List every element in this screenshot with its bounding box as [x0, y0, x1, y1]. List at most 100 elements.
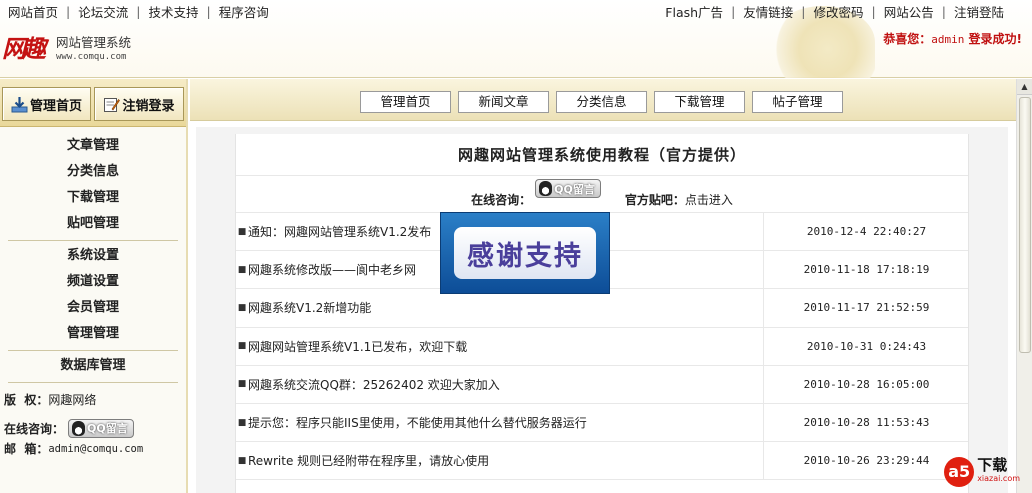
news-date: 2010-10-26 23:29:44 — [763, 442, 969, 480]
thanks-popup[interactable]: 感谢支持 — [440, 212, 610, 294]
news-title[interactable]: 提示您：程序只能IIS里使用，不能使用其他什么替代服务器运行 — [248, 414, 762, 431]
watermark-name: 下载 — [977, 456, 1008, 474]
sidebar-toolbar: 管理首页 注销登录 — [0, 79, 186, 127]
scroll-up-arrow-icon[interactable]: ▲ — [1017, 79, 1032, 95]
page-header: 网站首页 | 论坛交流 | 技术支持 | 程序咨询 网趣 网站管理系统 www.… — [0, 0, 1032, 78]
thanks-popup-text: 感谢支持 — [454, 227, 596, 279]
download-arrow-icon — [11, 96, 28, 113]
tab-bar: 管理首页 新闻文章 分类信息 下载管理 帖子管理 — [190, 79, 1016, 121]
watermark-logo-icon: a5 — [944, 457, 975, 487]
news-row: ■ 提示您：程序只能IIS里使用，不能使用其他什么替代服务器运行 2010-10… — [236, 403, 969, 443]
news-title[interactable]: Rewrite 规则已经附带在程序里，请放心使用 — [248, 452, 762, 469]
nav-flash-ads[interactable]: Flash广告 — [657, 2, 731, 21]
news-date: 2010-11-17 21:52:59 — [763, 289, 969, 327]
tab-news[interactable]: 新闻文章 — [458, 91, 549, 113]
menu-group-system: 系统设置 频道设置 会员管理 管理管理 — [8, 241, 178, 351]
menu-item-database[interactable]: 数据库管理 — [8, 353, 178, 379]
copyright-label: 版 权： — [4, 393, 49, 407]
welcome-prefix: 恭喜您： — [883, 32, 932, 46]
contact-row: 在线咨询： QQ留言 — [4, 419, 182, 438]
qq-message-button[interactable]: QQ留言 — [68, 419, 134, 438]
menu-item-articles[interactable]: 文章管理 — [8, 133, 178, 159]
menu-item-system-settings[interactable]: 系统设置 — [8, 243, 178, 269]
news-date: 2010-10-28 11:53:43 — [763, 403, 969, 442]
top-right-nav: Flash广告 | 友情链接 | 修改密码 | 网站公告 | 注销登陆 — [657, 2, 1012, 21]
tab-downloads[interactable]: 下载管理 — [654, 91, 745, 113]
nav-announcements[interactable]: 网站公告 — [876, 2, 942, 21]
tab-categories[interactable]: 分类信息 — [556, 91, 647, 113]
welcome-suffix: 登录成功! — [964, 32, 1022, 46]
qq-label: QQ留言 — [87, 421, 128, 435]
bullet-icon: ■ — [237, 455, 247, 466]
nav-logout[interactable]: 注销登陆 — [946, 2, 1012, 21]
tab-admin-home[interactable]: 管理首页 — [360, 91, 451, 113]
panel-qq-label: QQ留言 — [554, 182, 595, 196]
menu-item-categories[interactable]: 分类信息 — [8, 159, 178, 185]
news-row: ■ 网趣网站管理系统V1.1已发布，欢迎下载 2010-10-31 0:24:4… — [236, 327, 968, 366]
menu-item-forum[interactable]: 贴吧管理 — [8, 211, 178, 237]
news-title[interactable]: 网趣系统交流QQ群：25262402 欢迎大家加入 — [248, 376, 762, 393]
news-date: 2010-12-4 22:40:27 — [763, 213, 969, 251]
news-row: ■ Rewrite 规则已经附带在程序里，请放心使用 2010-10-26 23… — [236, 442, 969, 481]
menu-item-members[interactable]: 会员管理 — [8, 295, 178, 321]
official-bar-label: 官方贴吧： — [624, 193, 685, 207]
welcome-message: 恭喜您：admin 登录成功! — [883, 30, 1022, 47]
bullet-icon: ■ — [237, 226, 247, 237]
menu-group-database: 数据库管理 — [8, 351, 178, 383]
panel-contact-label: 在线咨询： — [471, 193, 532, 207]
logout-button[interactable]: 注销登录 — [94, 87, 184, 121]
panel-title: 网趣网站管理系统使用教程（官方提供） — [236, 134, 968, 176]
nav-site-home[interactable]: 网站首页 — [0, 2, 66, 21]
copyright-row: 版 权： 网趣网络 — [4, 391, 182, 409]
nav-consult[interactable]: 程序咨询 — [211, 2, 277, 21]
bullet-icon: ■ — [237, 379, 247, 390]
tab-posts[interactable]: 帖子管理 — [752, 91, 843, 113]
logo-url: www.comqu.com — [56, 52, 127, 62]
copyright-value: 网趣网络 — [48, 393, 97, 407]
panel-contact-row: 在线咨询： QQ留言 官方贴吧：点击进入 — [236, 176, 968, 213]
news-date: 2010-10-28 16:05:00 — [763, 365, 969, 403]
news-row: ■ 网趣系统V1.2新增功能 2010-11-17 21:52:59 — [236, 289, 969, 328]
menu-item-admins[interactable]: 管理管理 — [8, 321, 178, 347]
top-left-nav: 网站首页 | 论坛交流 | 技术支持 | 程序咨询 — [0, 2, 277, 21]
bullet-icon: ■ — [237, 341, 247, 352]
nav-forum[interactable]: 论坛交流 — [70, 2, 136, 21]
news-date: 2010-11-18 17:18:19 — [763, 251, 969, 289]
nav-change-password[interactable]: 修改密码 — [806, 2, 872, 21]
nav-friend-links[interactable]: 友情链接 — [735, 2, 801, 21]
email-row: 邮 箱： admin@comqu.com — [4, 440, 182, 458]
menu-group-content: 文章管理 分类信息 下载管理 贴吧管理 — [8, 131, 178, 241]
sidebar-info: 版 权： 网趣网络 在线咨询： QQ留言 邮 箱： admin@comqu.co… — [0, 391, 186, 458]
watermark-text: 下载 xiazai.com — [977, 458, 1020, 486]
download-site-watermark: a5 下载 xiazai.com — [944, 457, 1020, 487]
menu-item-downloads[interactable]: 下载管理 — [8, 185, 178, 211]
logo-title: 网站管理系统 — [56, 35, 132, 50]
qq-penguin-icon — [539, 181, 553, 196]
bullet-icon: ■ — [237, 264, 247, 275]
bullet-icon: ■ — [237, 417, 247, 428]
bullet-icon: ■ — [237, 302, 247, 313]
news-title[interactable]: 网趣系统V1.2新增功能 — [248, 299, 762, 316]
admin-home-button[interactable]: 管理首页 — [2, 87, 91, 121]
pencil-note-icon — [103, 96, 121, 113]
news-title[interactable]: 网趣网站管理系统V1.1已发布，欢迎下载 — [248, 338, 762, 355]
content-frame: 网趣网站管理系统使用教程（官方提供） 在线咨询： QQ留言 官方贴吧：点击进入 … — [196, 127, 1008, 493]
admin-home-label: 管理首页 — [29, 98, 82, 114]
news-row: ■ 网趣系统交流QQ群：25262402 欢迎大家加入 2010-10-28 1… — [236, 365, 969, 404]
email-value[interactable]: admin@comqu.com — [48, 440, 143, 458]
vertical-scrollbar[interactable]: ▲ — [1016, 79, 1032, 493]
logout-label: 注销登录 — [122, 98, 175, 114]
official-bar-link[interactable]: 点击进入 — [685, 193, 733, 207]
logo-mark: 网趣 — [2, 34, 46, 63]
email-label: 邮 箱： — [4, 442, 49, 456]
sidebar: 管理首页 注销登录 文章管理 分类信息 下载管理 贴吧管理 系统设置 频道设置 … — [0, 79, 188, 493]
logo-text: 网站管理系统 www.comqu.com — [56, 35, 131, 63]
nav-tech-support[interactable]: 技术支持 — [140, 2, 206, 21]
scroll-thumb[interactable] — [1019, 97, 1031, 353]
menu-item-channel-settings[interactable]: 频道设置 — [8, 269, 178, 295]
official-bar: 官方贴吧：点击进入 — [625, 191, 733, 208]
content-panel: 网趣网站管理系统使用教程（官方提供） 在线咨询： QQ留言 官方贴吧：点击进入 … — [235, 134, 969, 493]
watermark-url: xiazai.com — [977, 474, 1020, 483]
panel-qq-button[interactable]: QQ留言 — [535, 179, 601, 198]
contact-label: 在线咨询： — [4, 421, 65, 436]
